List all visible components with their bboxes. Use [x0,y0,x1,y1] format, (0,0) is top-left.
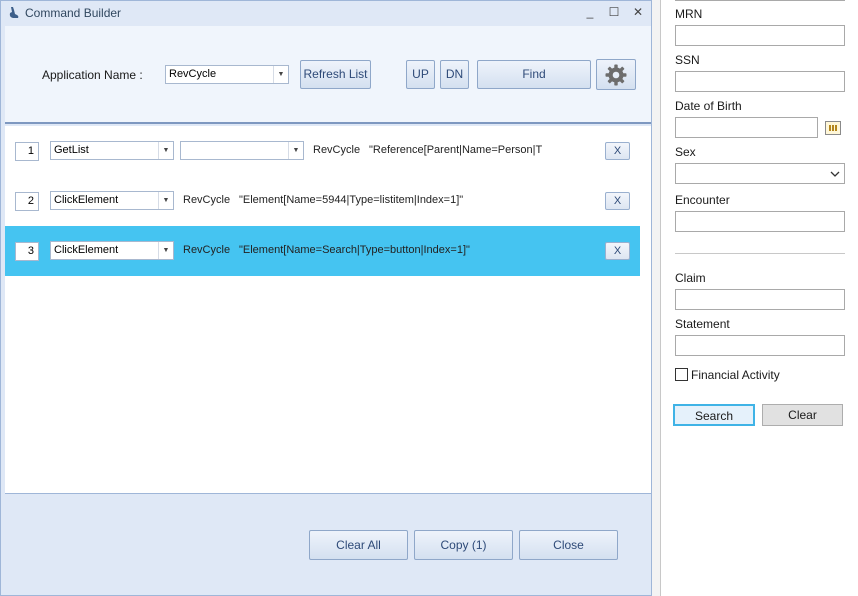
patient-search-panel: MRN SSN Date of Birth Sex Encounter Clai… [661,0,858,596]
chevron-down-icon[interactable]: ▼ [288,142,303,159]
top-input-edge [675,0,845,1]
mrn-label: MRN [675,7,703,21]
chevron-down-icon[interactable]: ▼ [158,242,173,259]
row-target: "Reference[Parent|Name=Person|T [369,144,543,156]
footer-panel: Clear All Copy (1) Close [5,495,651,595]
toolbar-panel: Application Name : RevCycle ▼ Refresh Li… [5,26,651,124]
financial-activity-label: Financial Activity [691,368,780,382]
action-value: ClickElement [54,244,119,256]
row-index[interactable]: 2 [15,192,39,211]
statement-label: Statement [675,317,730,331]
row-app: RevCycle [183,244,231,256]
clear-all-button[interactable]: Clear All [309,530,408,560]
row-index[interactable]: 3 [15,242,39,261]
clear-button[interactable]: Clear [762,404,843,426]
remove-row-button[interactable]: X [605,242,630,260]
ssn-input[interactable] [675,71,845,92]
encounter-input[interactable] [675,211,845,232]
row-app: RevCycle [183,194,231,206]
financial-activity-checkbox[interactable] [675,368,688,381]
command-row-selected[interactable]: 3 ClickElement ▼ RevCycle "Element[Name=… [5,226,640,276]
action-value: ClickElement [54,194,119,206]
close-window-button[interactable]: ✕ [631,4,645,20]
panel-splitter[interactable] [652,0,661,596]
row-index[interactable]: 1 [15,142,39,161]
claim-label: Claim [675,271,706,285]
calendar-icon[interactable] [825,121,841,135]
remove-row-button[interactable]: X [605,192,630,210]
move-down-button[interactable]: DN [440,60,469,89]
chevron-down-icon[interactable]: ▼ [158,192,173,209]
ssn-label: SSN [675,53,700,67]
statement-input[interactable] [675,335,845,356]
gear-icon [605,64,627,86]
sex-select[interactable] [675,163,845,184]
move-up-button[interactable]: UP [406,60,435,89]
action-value: GetList [54,144,89,156]
chevron-down-icon[interactable] [830,171,840,177]
remove-row-button[interactable]: X [605,142,630,160]
search-button[interactable]: Search [673,404,755,426]
find-button[interactable]: Find [477,60,591,89]
maximize-button[interactable]: ☐ [607,4,621,20]
mrn-input[interactable] [675,25,845,46]
application-name-value: RevCycle [169,68,217,80]
copy-button[interactable]: Copy (1) [414,530,513,560]
command-list: 1 GetList ▼ ▼ RevCycle "Reference[Parent… [5,126,651,494]
section-divider [675,253,845,254]
dob-label: Date of Birth [675,99,742,113]
window-title: Command Builder [25,6,122,20]
minimize-button[interactable]: _ [583,4,597,20]
application-name-combo[interactable]: RevCycle ▼ [165,65,289,84]
action-combo[interactable]: ClickElement ▼ [50,191,174,210]
action-combo[interactable]: ClickElement ▼ [50,241,174,260]
command-builder-window: Command Builder _ ☐ ✕ Application Name :… [0,0,652,596]
title-bar[interactable]: Command Builder _ ☐ ✕ [1,1,651,25]
close-button[interactable]: Close [519,530,618,560]
sex-label: Sex [675,145,696,159]
refresh-list-button[interactable]: Refresh List [300,60,371,89]
action-combo[interactable]: GetList ▼ [50,141,174,160]
application-name-label: Application Name : [42,68,143,82]
encounter-label: Encounter [675,193,730,207]
chevron-down-icon[interactable]: ▼ [158,142,173,159]
command-row[interactable]: 2 ClickElement ▼ RevCycle "Element[Name=… [5,176,640,226]
rabbit-app-icon [9,7,19,18]
command-row[interactable]: 1 GetList ▼ ▼ RevCycle "Reference[Parent… [5,126,640,176]
row-target: "Element[Name=5944|Type=listitem|Index=1… [239,194,464,206]
secondary-combo[interactable]: ▼ [180,141,304,160]
chevron-down-icon[interactable]: ▼ [273,66,288,83]
row-target: "Element[Name=Search|Type=button|Index=1… [239,244,470,256]
claim-input[interactable] [675,289,845,310]
row-app: RevCycle [313,144,361,156]
settings-button[interactable] [596,59,636,90]
dob-input[interactable] [675,117,818,138]
